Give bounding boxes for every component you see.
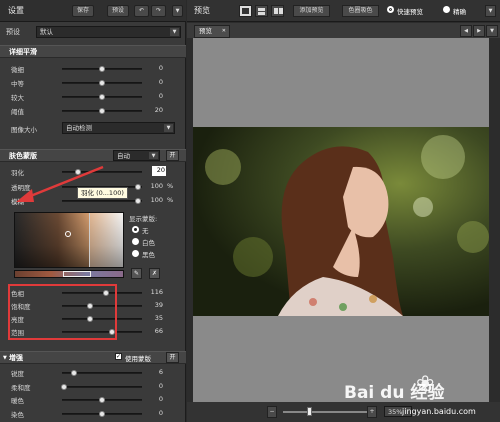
portrait-image [193, 127, 489, 316]
watermark-brand: Bai du 经验 [344, 383, 445, 403]
close-icon[interactable]: ✕ [222, 26, 226, 37]
preview-title: 预览 [194, 6, 210, 15]
slider-value: 0 [158, 408, 163, 417]
enhance-header[interactable]: ▼ 增强 [0, 351, 186, 364]
compare-view-button[interactable] [271, 5, 284, 17]
zoom-out-button[interactable]: − [267, 406, 277, 418]
precise-label: 精确 [453, 8, 466, 16]
slider-track[interactable] [62, 370, 142, 376]
enhance-toggle-button[interactable]: 开 [166, 352, 179, 363]
slider-row: 柔和度 0 [0, 381, 186, 392]
slider-value: 6 [158, 368, 163, 376]
quick-preview-label: 快速预览 [397, 8, 423, 16]
slider-label: 染色 [11, 410, 24, 419]
preview-toolbar: 预览 添加预览 色圈吸色 快速预览 精确 ▼ [187, 0, 500, 22]
tab-menu-icon[interactable]: ▼ [486, 25, 498, 37]
slider-track[interactable] [62, 397, 142, 403]
slider-track[interactable] [60, 383, 142, 390]
panel-menu-icon[interactable]: ▼ [485, 5, 496, 17]
slider-row: 染色 0 [0, 408, 186, 419]
preview-tab-label: 预览 [199, 27, 212, 35]
precise-radio[interactable] [443, 6, 450, 13]
slider-value: 0 [158, 395, 163, 403]
slider-thumb[interactable] [99, 397, 105, 403]
slider-thumb[interactable] [99, 410, 105, 417]
add-preview-button[interactable]: 添加预览 [293, 5, 330, 17]
preview-photo[interactable] [193, 127, 489, 316]
tab-next-icon[interactable]: ▶ [473, 25, 485, 37]
slider-thumb[interactable] [60, 383, 67, 390]
slider-thumb[interactable] [71, 370, 77, 376]
slider-label: 暖色 [11, 397, 24, 405]
zoom-thumb[interactable] [307, 407, 312, 416]
single-view-button[interactable] [239, 5, 252, 17]
watermark-url: jingyan.baidu.com [402, 407, 476, 416]
preview-tab-bar: 预览 ✕ ◀ ▶ ▼ [187, 23, 500, 38]
collapse-icon: ▼ [3, 355, 7, 361]
slider-label: 柔和度 [11, 383, 31, 392]
enhance-title: 增强 [9, 354, 23, 362]
use-mask-checkbox[interactable]: ✓ [115, 353, 122, 360]
preview-tab[interactable]: 预览 ✕ [194, 25, 230, 38]
slider-label: 锐度 [11, 370, 24, 378]
quick-preview-radio[interactable] [387, 6, 394, 13]
slider-value: 0 [158, 381, 163, 390]
slider-track[interactable] [62, 410, 142, 417]
tab-prev-icon[interactable]: ◀ [460, 25, 472, 37]
color-sample-button[interactable]: 色圈吸色 [342, 5, 379, 17]
watermark: ❀ Bai du 经验 jingyan.baidu.com [340, 372, 500, 420]
slider-row: 锐度 6 [0, 367, 186, 378]
slider-row: 暖色 0 [0, 394, 186, 405]
split-view-button[interactable] [255, 5, 268, 17]
use-mask-label: 使用蒙版 [125, 355, 151, 363]
